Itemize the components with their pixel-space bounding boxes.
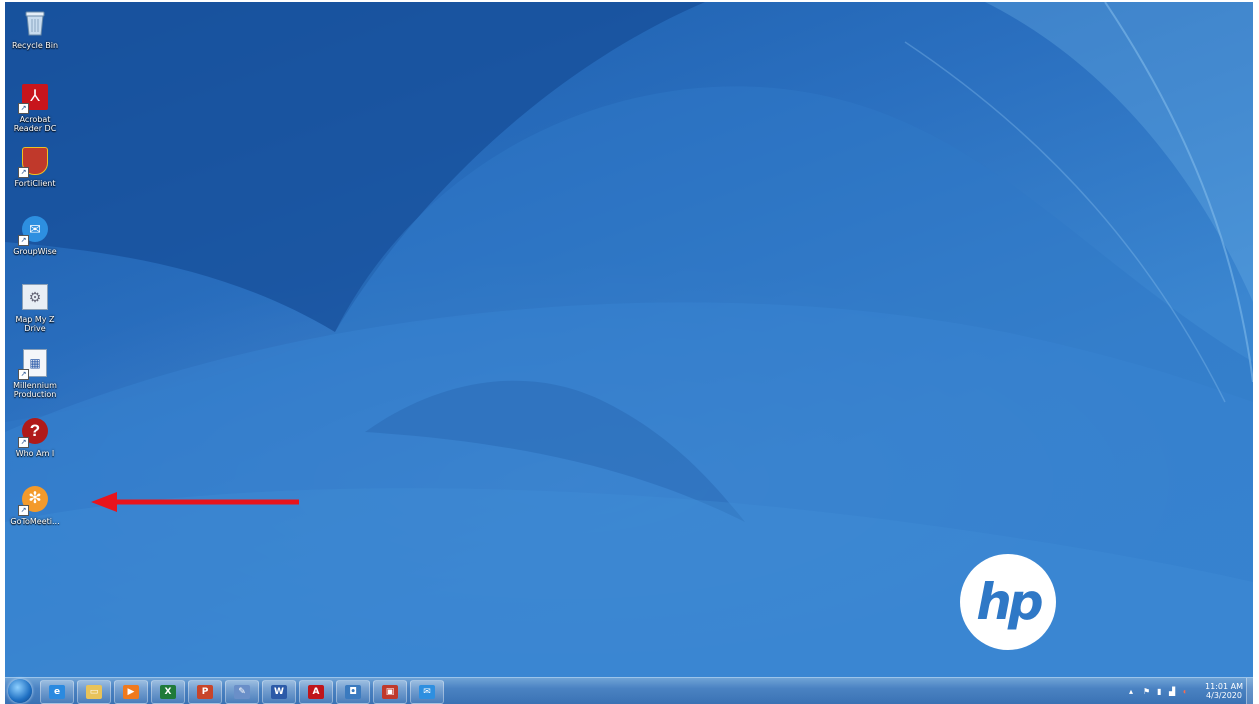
clock-time: 11:01 AM: [1205, 682, 1243, 691]
annotation-arrow: [91, 492, 299, 512]
desktop-icon-forticlient[interactable]: ↗ FortiClient: [5, 146, 65, 188]
desktop-icon-label: Recycle Bin: [11, 41, 59, 50]
shortcut-arrow-icon: ↗: [18, 505, 29, 516]
shortcut-arrow-icon: ↗: [18, 369, 29, 380]
acrobat-icon: A: [308, 685, 324, 699]
paint-icon: ✎: [234, 685, 250, 699]
battery-icon[interactable]: ▮: [1157, 687, 1161, 696]
taskbar-button-forticlient[interactable]: ▣: [373, 680, 407, 704]
taskbar-button-scanner[interactable]: ◘: [336, 680, 370, 704]
taskbar-button-word[interactable]: W: [262, 680, 296, 704]
question-icon: ? ↗: [18, 416, 50, 448]
word-icon: W: [271, 685, 287, 699]
taskbar-button-groupwise[interactable]: ✉: [410, 680, 444, 704]
desktop-icon-recycle-bin[interactable]: Recycle Bin: [5, 8, 65, 50]
network-icon[interactable]: ▟: [1169, 687, 1175, 696]
taskbar-button-powerpoint[interactable]: P: [188, 680, 222, 704]
show-desktop-button[interactable]: [1246, 678, 1253, 704]
desktop-icon-label: GroupWise: [13, 247, 57, 256]
clock-date: 4/3/2020: [1206, 691, 1242, 700]
internet-explorer-icon: e: [49, 685, 65, 699]
groupwise-icon: ✉: [419, 685, 435, 699]
action-center-flag-icon[interactable]: ⚑: [1143, 687, 1150, 696]
millennium-icon: ▦ ↗: [18, 348, 50, 380]
acrobat-icon: ⅄ ↗: [18, 82, 50, 114]
map-drive-icon: ⚙: [20, 282, 50, 312]
hp-logo: hp: [960, 554, 1056, 650]
excel-icon: X: [160, 685, 176, 699]
desktop-icon-acrobat[interactable]: ⅄ ↗ Acrobat Reader DC: [5, 82, 65, 133]
desktop-icon-label: Map My Z Drive: [15, 315, 55, 333]
desktop-icon-label: Millennium Production: [13, 381, 57, 399]
shortcut-arrow-icon: ↗: [18, 235, 29, 246]
system-tray: ▴ ⚑ ▮ ▟ ◖ 11:01 AM 4/3/2020: [1127, 678, 1247, 704]
forticlient-icon: ↗: [18, 146, 50, 178]
gotomeeting-icon: ✻ ↗: [18, 484, 50, 516]
shortcut-arrow-icon: ↗: [18, 437, 29, 448]
taskbar-button-excel[interactable]: X: [151, 680, 185, 704]
clock[interactable]: 11:01 AM 4/3/2020: [1205, 682, 1243, 700]
wallpaper: [5, 2, 1253, 678]
desktop-icon-who-am-i[interactable]: ? ↗ Who Am I: [5, 416, 65, 458]
taskbar-button-internet-explorer[interactable]: e: [40, 680, 74, 704]
powerpoint-icon: P: [197, 685, 213, 699]
hp-logo-text: hp: [976, 573, 1043, 631]
desktop-icon-map-drive[interactable]: ⚙ Map My Z Drive: [5, 282, 65, 333]
shortcut-arrow-icon: ↗: [18, 103, 29, 114]
desktop-icon-label: FortiClient: [14, 179, 56, 188]
shortcut-arrow-icon: ↗: [18, 167, 29, 178]
desktop-icon-label: Acrobat Reader DC: [13, 115, 57, 133]
taskbar-button-file-explorer[interactable]: ▭: [77, 680, 111, 704]
media-player-icon: ▶: [123, 685, 139, 699]
scanner-icon: ◘: [345, 685, 361, 699]
groupwise-icon: ✉ ↗: [18, 214, 50, 246]
desktop-icon-label: Who Am I: [15, 449, 55, 458]
desktop-icon-millennium[interactable]: ▦ ↗ Millennium Production: [5, 348, 65, 399]
taskbar-button-media-player[interactable]: ▶: [114, 680, 148, 704]
taskbar-button-paint[interactable]: ✎: [225, 680, 259, 704]
desktop-icon-label: GoToMeeti...: [10, 517, 60, 526]
show-hidden-icons-icon[interactable]: ▴: [1129, 687, 1133, 696]
forticlient-icon: ▣: [382, 685, 398, 699]
desktop-icon-groupwise[interactable]: ✉ ↗ GroupWise: [5, 214, 65, 256]
file-explorer-icon: ▭: [86, 685, 102, 699]
desktop: Recycle Bin ⅄ ↗ Acrobat Reader DC ↗ Fort…: [5, 2, 1253, 704]
start-button[interactable]: [8, 679, 32, 703]
desktop-icon-gotomeeting[interactable]: ✻ ↗ GoToMeeti...: [5, 484, 65, 526]
volume-icon[interactable]: ◖: [1182, 687, 1187, 696]
taskbar: e ▭ ▶ X P ✎ W A ◘ ▣ ✉ ▴ ⚑ ▮ ▟ ◖ 11:01 AM 4/3/2020: [5, 677, 1253, 704]
recycle-bin-icon: [20, 8, 50, 38]
taskbar-button-acrobat[interactable]: A: [299, 680, 333, 704]
